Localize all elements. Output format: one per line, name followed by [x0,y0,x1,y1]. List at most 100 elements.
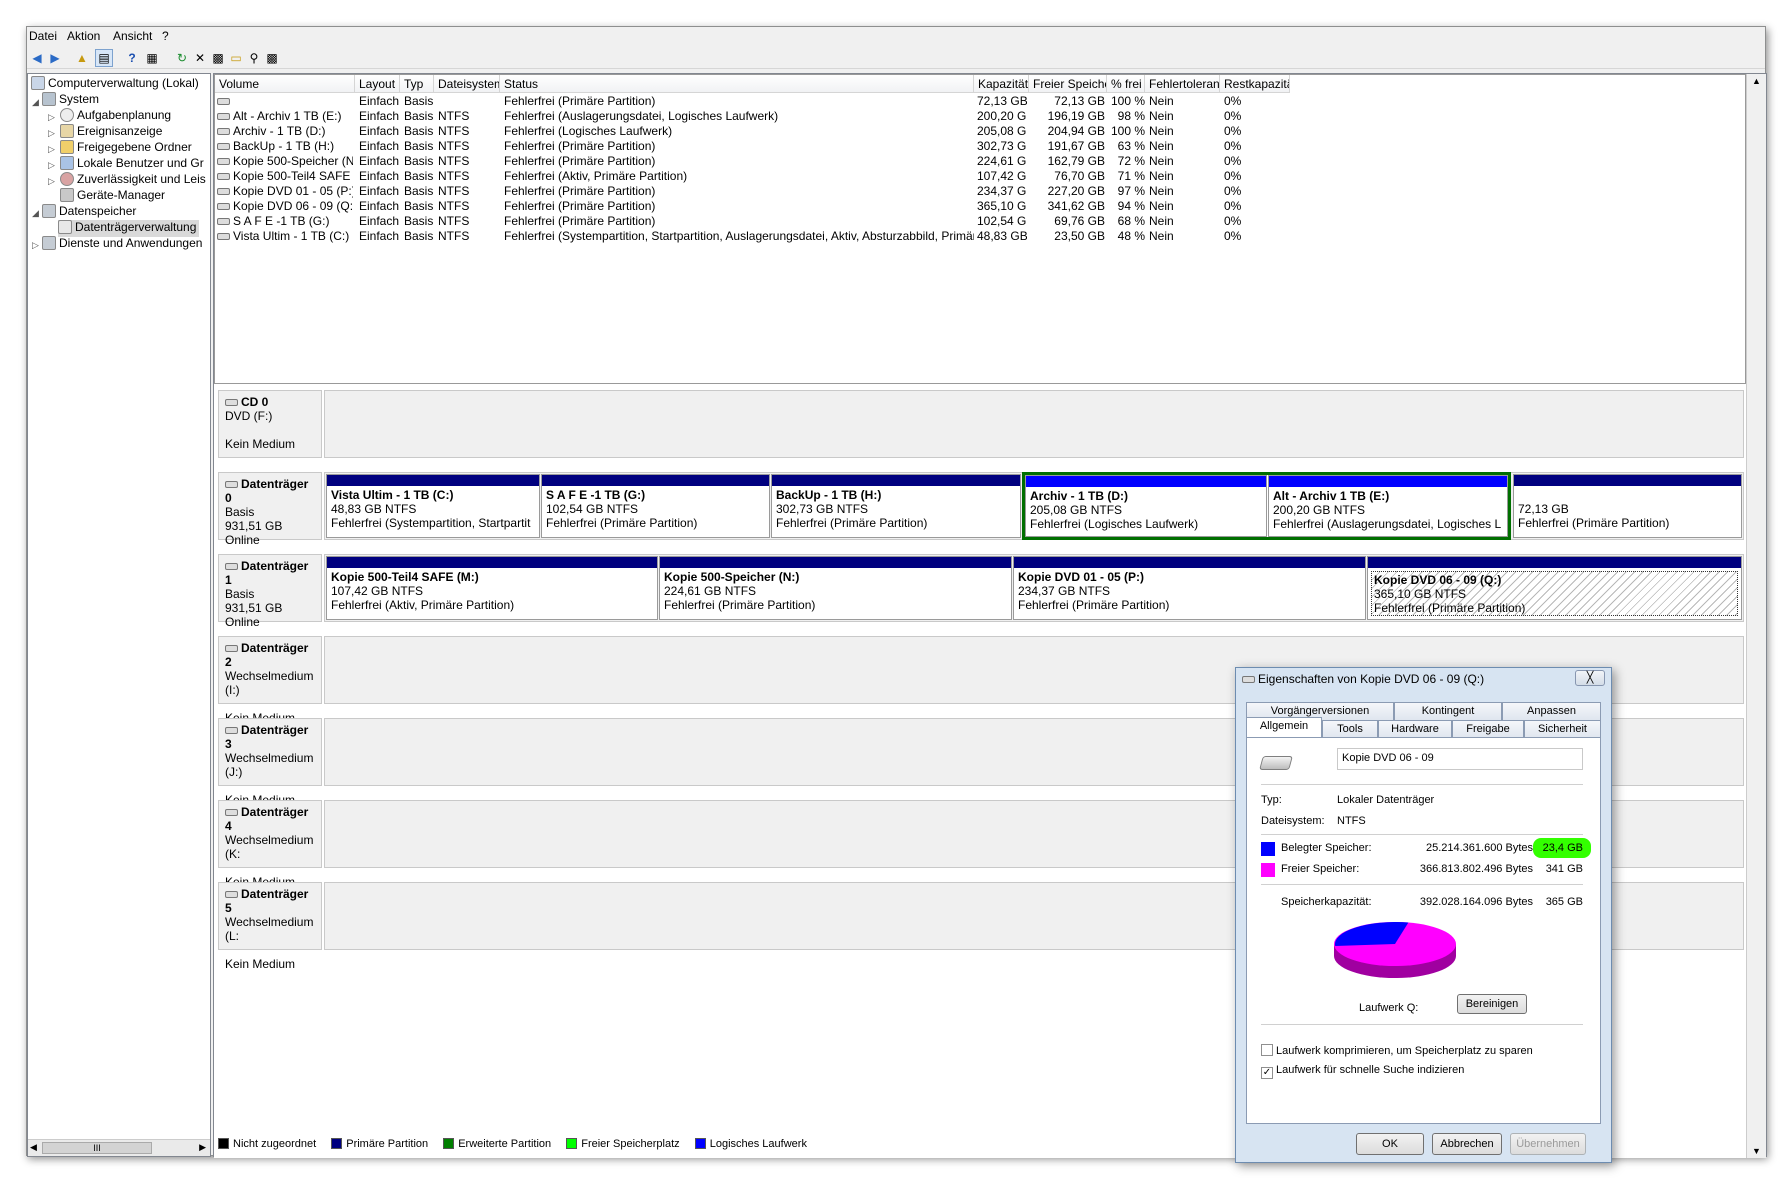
tab-security[interactable]: Sicherheit [1524,720,1601,738]
scroll-left-icon[interactable]: ◀ [30,1142,37,1153]
col-fault-tolerance[interactable]: Fehlertoleranz [1145,75,1220,93]
tree-item-computer-management[interactable]: Computerverwaltung (Lokal) [31,76,199,93]
search-icon[interactable]: ⚲ [245,49,263,67]
scroll-right-icon[interactable]: ▶ [199,1142,206,1153]
disk-label-4[interactable]: Datenträger 4Wechselmedium (K:Kein Mediu… [218,800,322,889]
volume-row[interactable]: BackUp - 1 TB (H:) Einfach Basis NTFS Fehler… [215,139,1290,154]
shared-folder-icon [60,140,74,154]
volume-row[interactable]: Alt - Archiv 1 TB (E:) Einfach Basis NTFS Fe… [215,109,1290,124]
partition-unnamed-72gb[interactable]: 72,13 GB Fehlerfrei (Primäre Partition) [1513,474,1742,538]
tree-item-storage[interactable]: Datenspeicher [42,204,136,221]
menu-datei[interactable]: Datei [29,29,57,43]
partition-alt-archiv-e[interactable]: Alt - Archiv 1 TB (E:) 200,20 GB NTFS Fehl… [1268,475,1508,537]
expand-icon[interactable]: ▷ [48,128,55,139]
compress-option[interactable]: Laufwerk komprimieren, um Speicherplatz … [1261,1044,1533,1057]
tree-item-local-users[interactable]: Lokale Benutzer und Gr [60,156,204,173]
col-status[interactable]: Status [500,75,974,93]
expand-icon[interactable]: ▷ [48,112,55,123]
disk-label-0[interactable]: Datenträger 0 Basis 931,51 GB Online [218,472,322,547]
console-icon[interactable]: ▦ [143,49,161,67]
volume-row[interactable]: Kopie 500-Speicher (N:) Einfach Basis NTFS F… [215,154,1290,169]
index-option[interactable]: ✓ Laufwerk für schnelle Suche indizieren [1261,1064,1464,1079]
volume-row[interactable]: Archiv - 1 TB (D:) Einfach Basis NTFS Fehler… [215,124,1290,139]
volume-row[interactable]: Kopie 500-Teil4 SAFE (M:) Einfach Basis NTF… [215,169,1290,184]
tree-item-event-viewer[interactable]: Ereignisanzeige [60,124,162,141]
clock-icon [60,108,74,122]
disk-label-1[interactable]: Datenträger 1 Basis 931,51 GB Online [218,554,322,629]
collapse-icon[interactable]: ◢ [32,97,39,108]
partition-archiv-d[interactable]: Archiv - 1 TB (D:) 205,08 GB NTFS Fehlerfr… [1025,475,1267,537]
tree-horizontal-scrollbar[interactable]: ◀ III ▶ [28,1139,210,1156]
disk-label-cd0[interactable]: CD 0 DVD (F:) Kein Medium [218,390,322,458]
expand-icon[interactable]: ▷ [48,176,55,187]
partition-kopie-dvd-q-selected[interactable]: Kopie DVD 06 - 09 (Q:) 365,10 GB NTFS Fehl… [1367,556,1742,620]
partition-kopie-safe-m[interactable]: Kopie 500-Teil4 SAFE (M:) 107,42 GB NTFS F… [326,556,658,620]
disk-properties-icon[interactable]: ▩ [263,49,281,67]
col-volume[interactable]: Volume [215,75,355,93]
menu-ansicht[interactable]: Ansicht [113,29,152,43]
col-layout[interactable]: Layout [355,75,400,93]
col-percent-free[interactable]: % frei [1107,75,1145,93]
col-capacity[interactable]: Kapazität [974,75,1029,93]
collapse-icon[interactable]: ◢ [32,208,39,219]
col-typ[interactable]: Typ [400,75,434,93]
tab-customize[interactable]: Anpassen [1502,702,1601,720]
disk-label-2[interactable]: Datenträger 2Wechselmedium (I:)Kein Medi… [218,636,322,725]
partition-safe-g[interactable]: S A F E -1 TB (G:) 102,54 GB NTFS Fehlerfr… [541,474,770,538]
refresh-icon[interactable]: ↻ [173,49,191,67]
up-folder-icon[interactable]: ▲ [73,49,91,67]
col-filesystem[interactable]: Dateisystem [434,75,500,93]
index-checkbox[interactable]: ✓ [1261,1067,1273,1079]
volume-row[interactable]: Einfach Basis Fehlerfrei (Primäre Partitio… [215,94,1290,109]
partition-backup-h[interactable]: BackUp - 1 TB (H:) 302,73 GB NTFS Fehlerfr… [771,474,1021,538]
tree-item-reliability[interactable]: Zuverlässigkeit und Leis [60,172,206,189]
tree-item-device-manager[interactable]: Geräte-Manager [60,188,165,205]
help-icon[interactable]: ? [123,49,141,67]
expand-icon[interactable]: ▷ [32,240,39,251]
expand-icon[interactable]: ▷ [48,144,55,155]
partition-kopie-speicher-n[interactable]: Kopie 500-Speicher (N:) 224,61 GB NTFS Feh… [659,556,1012,620]
disk-label-3[interactable]: Datenträger 3Wechselmedium (J:)Kein Medi… [218,718,322,807]
show-tree-icon[interactable]: ▤ [95,49,113,67]
expand-icon[interactable]: ▷ [48,160,55,171]
tab-hardware[interactable]: Hardware [1378,720,1452,738]
tab-tools[interactable]: Tools [1322,720,1378,738]
cancel-button[interactable]: Abbrechen [1432,1133,1502,1155]
tree-item-task-scheduler[interactable]: Aufgabenplanung [60,108,171,125]
col-free-space[interactable]: Freier Speicher [1029,75,1107,93]
partition-vista-c[interactable]: Vista Ultim - 1 TB (C:) 48,83 GB NTFS Fehl… [326,474,540,538]
partition-kopie-dvd-p[interactable]: Kopie DVD 01 - 05 (P:) 234,37 GB NTFS Fehl… [1013,556,1366,620]
back-arrow-icon[interactable]: ◀ [28,49,46,67]
open-folder-icon[interactable]: ▭ [227,49,245,67]
scroll-thumb[interactable]: III [42,1142,152,1154]
main-vertical-scrollbar[interactable]: ▲ ▼ [1746,74,1766,1158]
delete-icon[interactable]: ✕ [191,49,209,67]
col-remaining[interactable]: Restkapazität [1220,75,1290,93]
forward-arrow-icon[interactable]: ▶ [46,49,64,67]
tree-item-disk-management[interactable]: Datenträgerverwaltung [58,220,200,237]
volume-row[interactable]: Kopie DVD 06 - 09 (Q:) Einfach Basis NTFS Fe… [215,199,1290,214]
volume-cell-layout: Einfach [359,109,400,123]
tab-sharing[interactable]: Freigabe [1452,720,1524,738]
disk-label-5[interactable]: Datenträger 5 Wechselmedium (L: Kein Mediu… [218,882,322,971]
volume-row[interactable]: Vista Ultim - 1 TB (C:) Einfach Basis NTFS F… [215,229,1290,244]
scroll-up-icon[interactable]: ▲ [1752,76,1761,86]
scroll-down-icon[interactable]: ▼ [1752,1146,1761,1156]
menu-help[interactable]: ? [162,29,169,43]
volume-name-input[interactable]: Kopie DVD 06 - 09 [1337,748,1583,770]
tab-general[interactable]: Allgemein [1246,717,1322,739]
cleanup-button[interactable]: Bereinigen [1457,994,1527,1014]
tree-item-shared-folders[interactable]: Freigegebene Ordner [60,140,192,157]
volume-drive-icon [217,233,230,240]
menu-aktion[interactable]: Aktion [67,29,100,43]
tab-quota[interactable]: Kontingent [1394,702,1502,720]
volume-row[interactable]: S A F E -1 TB (G:) Einfach Basis NTFS Fehler… [215,214,1290,229]
ok-button[interactable]: OK [1356,1133,1424,1155]
tree-item-services-apps[interactable]: Dienste und Anwendungen [42,236,202,253]
close-button[interactable]: ╳ [1575,670,1605,686]
apply-button[interactable]: Übernehmen [1510,1133,1586,1155]
volume-row[interactable]: Kopie DVD 01 - 05 (P:) Einfach Basis NTFS Fe… [215,184,1290,199]
tree-item-system[interactable]: System [42,92,99,109]
compress-checkbox[interactable] [1261,1044,1273,1056]
properties-icon[interactable]: ▩ [209,49,227,67]
